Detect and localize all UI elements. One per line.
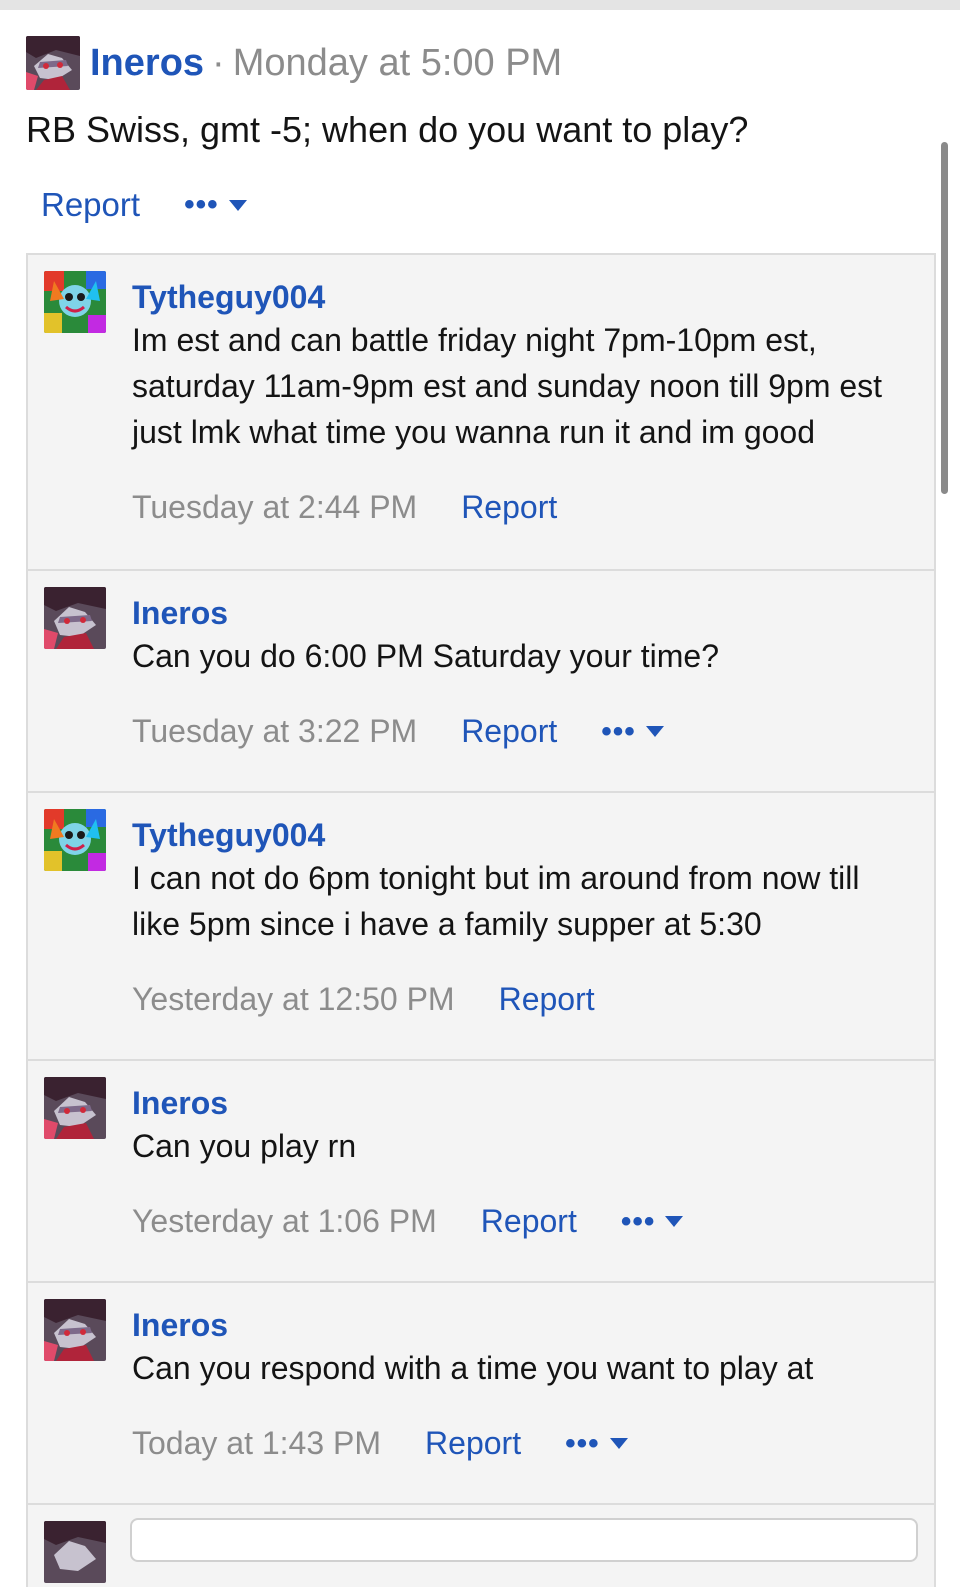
comment-meta: Yesterday at 1:06 PM Report ••• <box>132 1203 914 1240</box>
avatar[interactable] <box>44 1299 106 1361</box>
reply-input[interactable] <box>130 1518 918 1562</box>
post-author[interactable]: Ineros <box>90 42 204 85</box>
comment-author[interactable]: Tytheguy004 <box>132 277 914 317</box>
comment-text: Can you respond with a time you want to … <box>132 1350 814 1386</box>
more-menu-button[interactable]: ••• <box>620 1204 684 1238</box>
avatar <box>44 1521 106 1583</box>
comment-item: Ineros Can you play rn Yesterday at 1:06… <box>28 1061 934 1283</box>
comment-item: Tytheguy004 I can not do 6pm tonight but… <box>28 793 934 1061</box>
comment-meta: Tuesday at 2:44 PM Report <box>132 489 914 526</box>
scrollbar[interactable] <box>941 142 948 494</box>
avatar[interactable] <box>44 809 106 871</box>
comment-time[interactable]: Today at 1:43 PM <box>132 1425 381 1462</box>
comment-time[interactable]: Tuesday at 2:44 PM <box>132 489 417 526</box>
profile-post: Ineros · Monday at 5:00 PM RB Swiss, gmt… <box>26 34 934 224</box>
report-button[interactable]: Report <box>41 186 140 224</box>
more-menu-button[interactable]: ••• <box>565 1426 628 1460</box>
avatar-ineros-image <box>44 1299 106 1361</box>
report-button[interactable]: Report <box>499 981 595 1018</box>
comment-meta: Today at 1:43 PM Report ••• <box>132 1425 914 1462</box>
more-dots-icon: ••• <box>601 714 636 748</box>
post-body: RB Swiss, gmt -5; when do you want to pl… <box>26 109 749 150</box>
comment-author[interactable]: Tytheguy004 <box>132 815 914 855</box>
comment-text: I can not do 6pm tonight but im around f… <box>132 860 860 942</box>
comment-time[interactable]: Tuesday at 3:22 PM <box>132 713 417 750</box>
comment-time[interactable]: Yesterday at 12:50 PM <box>132 981 455 1018</box>
top-divider <box>0 0 960 10</box>
comment-author[interactable]: Ineros <box>132 593 914 633</box>
avatar-ineros-image <box>44 587 106 649</box>
comment-list: Tytheguy004 Im est and can battle friday… <box>26 253 936 1587</box>
avatar[interactable] <box>44 271 106 333</box>
comment-item: Tytheguy004 Im est and can battle friday… <box>28 255 934 571</box>
more-dots-icon: ••• <box>565 1426 600 1460</box>
comment-meta: Tuesday at 3:22 PM Report ••• <box>132 713 914 750</box>
avatar-ineros-image <box>44 1521 106 1583</box>
comment-item: Ineros Can you respond with a time you w… <box>28 1283 934 1505</box>
avatar[interactable] <box>44 1077 106 1139</box>
avatar[interactable] <box>26 36 80 90</box>
comment-text: Im est and can battle friday night 7pm-1… <box>132 322 883 450</box>
post-time[interactable]: Monday at 5:00 PM <box>233 42 563 85</box>
caret-down-icon <box>228 199 247 211</box>
caret-down-icon <box>609 1438 628 1449</box>
comment-item: Ineros Can you do 6:00 PM Saturday your … <box>28 571 934 793</box>
avatar-tytheguy-image <box>44 271 106 333</box>
report-button[interactable]: Report <box>461 489 557 526</box>
report-button[interactable]: Report <box>481 1203 577 1240</box>
comment-author[interactable]: Ineros <box>132 1305 914 1345</box>
comment-time[interactable]: Yesterday at 1:06 PM <box>132 1203 437 1240</box>
comment-text: Can you play rn <box>132 1128 357 1164</box>
comment-author[interactable]: Ineros <box>132 1083 914 1123</box>
avatar-tytheguy-image <box>44 809 106 871</box>
comment-meta: Yesterday at 12:50 PM Report <box>132 981 914 1018</box>
more-dots-icon: ••• <box>184 188 219 221</box>
more-dots-icon: ••• <box>620 1204 656 1238</box>
caret-down-icon <box>665 1216 684 1227</box>
more-menu-button[interactable]: ••• <box>601 714 664 748</box>
caret-down-icon <box>645 726 664 737</box>
report-button[interactable]: Report <box>461 713 557 750</box>
author-separator: · <box>212 41 225 84</box>
more-menu-button[interactable]: ••• <box>184 188 247 221</box>
post-header: Ineros · Monday at 5:00 PM <box>26 34 934 92</box>
avatar-ineros-image <box>44 1077 106 1139</box>
avatar[interactable] <box>44 587 106 649</box>
post-actions: Report ••• <box>26 186 934 224</box>
avatar-ineros-image <box>26 36 80 90</box>
report-button[interactable]: Report <box>425 1425 521 1462</box>
comment-text: Can you do 6:00 PM Saturday your time? <box>132 638 719 674</box>
